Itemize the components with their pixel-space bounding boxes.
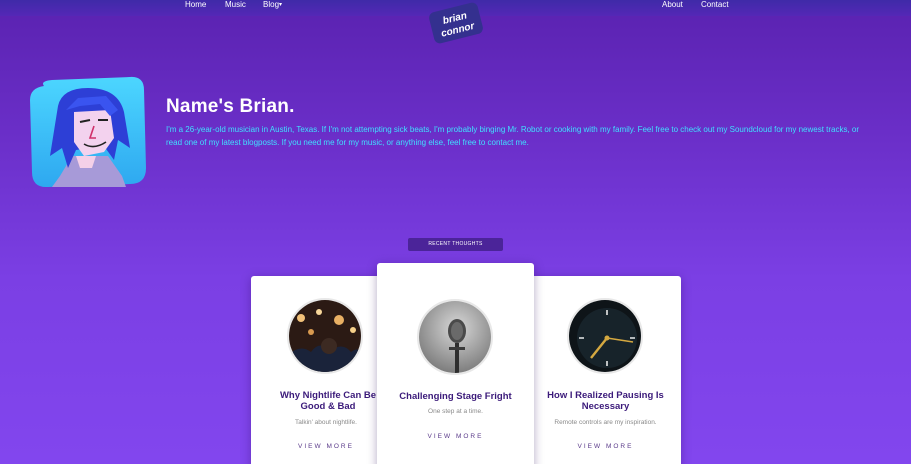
view-more-link[interactable]: VIEW MORE	[377, 433, 534, 440]
nav-about-link[interactable]: About	[662, 0, 683, 10]
blog-post-card[interactable]: How I Realized Pausing Is Necessary Remo…	[530, 276, 681, 464]
post-subtitle: One step at a time.	[428, 408, 483, 415]
nav-music-link[interactable]: Music	[225, 0, 246, 10]
site-logo[interactable]: brian connor	[428, 1, 484, 45]
post-title[interactable]: How I Realized Pausing Is Necessary	[530, 390, 681, 412]
hero-title: Name's Brian.	[166, 96, 295, 117]
clock-thumbnail	[567, 298, 643, 374]
recent-thoughts-label: Recent Thoughts	[408, 238, 503, 251]
caret-down-icon: ▾	[279, 2, 283, 8]
nightlife-thumbnail	[287, 298, 363, 374]
blog-post-card-featured[interactable]: Challenging Stage Fright One step at a t…	[377, 263, 534, 464]
nav-blog-link[interactable]: Blog▾	[263, 0, 282, 10]
avatar-illustration	[30, 76, 146, 188]
hero-intro-text: I'm a 26-year-old musician in Austin, Te…	[166, 125, 860, 147]
nav-home-link[interactable]: Home	[185, 0, 206, 10]
microphone-thumbnail	[417, 299, 493, 375]
post-subtitle: Remote controls are my inspiration.	[554, 419, 657, 426]
view-more-link[interactable]: VIEW MORE	[530, 443, 681, 450]
nav-contact-link[interactable]: Contact	[701, 0, 729, 10]
post-title[interactable]: Challenging Stage Fright	[377, 391, 534, 402]
nav-blog-label: Blog	[263, 0, 280, 9]
